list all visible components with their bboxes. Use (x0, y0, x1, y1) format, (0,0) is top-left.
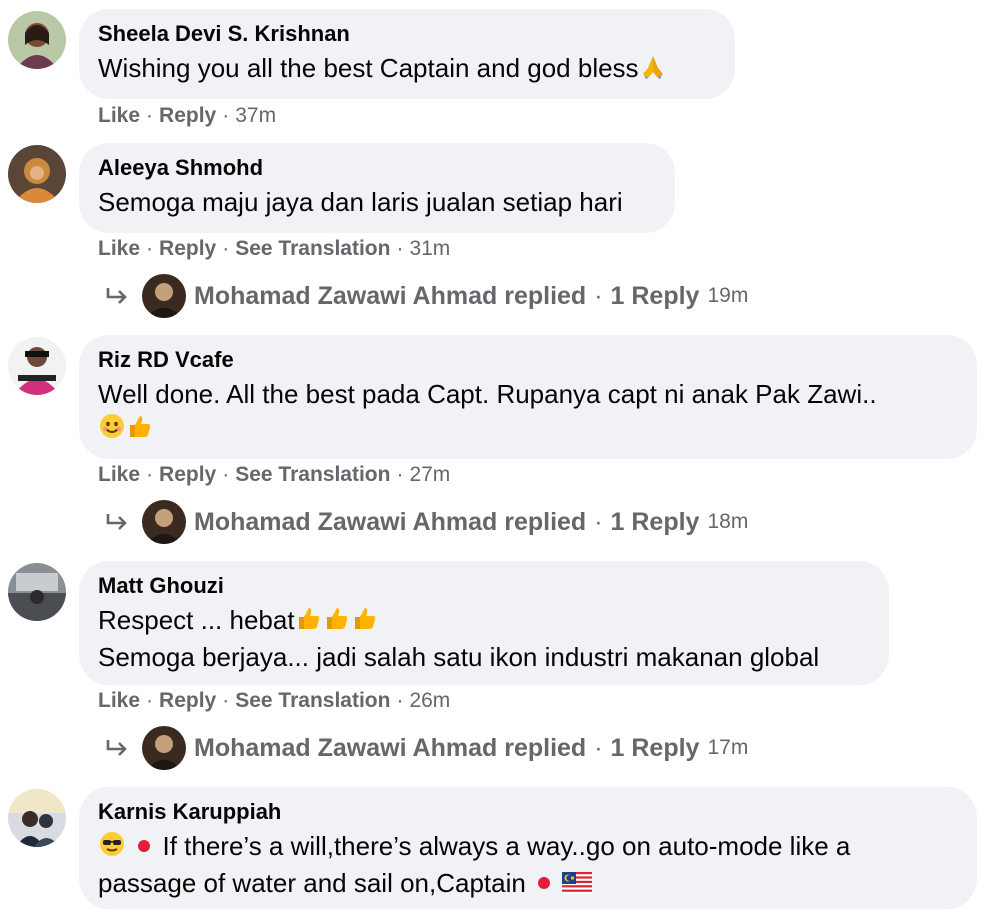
replier-avatar (142, 500, 186, 544)
reply-time: 19m (707, 284, 749, 307)
reply-arrow-icon (106, 740, 127, 756)
avatar[interactable] (8, 145, 66, 203)
separator: · (146, 104, 154, 127)
comment-bubble: Riz RD Vcafe Well done. All the best pad… (79, 335, 977, 459)
timestamp[interactable]: 37m (235, 104, 276, 127)
view-replies[interactable]: Mohamad Zawawi Ahmad replied · 1 Reply 17m (104, 725, 748, 771)
separator: · (146, 463, 154, 486)
see-translation-link[interactable]: See Translation (235, 237, 390, 260)
comment-text: Semoga berjaya... jadi salah satu ikon i… (98, 642, 820, 673)
separator: · (146, 689, 154, 712)
separator: · (396, 463, 404, 486)
comment-actions: Like · Reply · See Translation · 27m (98, 463, 450, 487)
commenter-name[interactable]: Karnis Karuppiah (98, 799, 957, 825)
comment-bubble: Sheela Devi S. Krishnan Wishing you all … (79, 9, 735, 99)
replier-avatar (142, 274, 186, 318)
separator: · (146, 237, 154, 260)
japan-flag-emoji (533, 868, 555, 902)
separator: · (396, 689, 404, 712)
reply-time: 18m (707, 510, 749, 533)
avatar[interactable] (8, 11, 66, 69)
reply-link[interactable]: Reply (159, 463, 216, 486)
separator: · (594, 281, 603, 310)
reply-arrow-icon (106, 288, 127, 304)
replies-count: 1 Reply (610, 281, 700, 310)
comment-bubble: Karnis Karuppiah If there’s a will,there… (79, 787, 977, 909)
reply-link[interactable]: Reply (159, 104, 216, 127)
separator: · (222, 463, 230, 486)
comment-bubble: Aleeya Shmohd Semoga maju jaya dan laris… (79, 143, 675, 233)
timestamp[interactable]: 26m (409, 689, 450, 712)
view-replies[interactable]: Mohamad Zawawi Ahmad replied · 1 Reply 19m (104, 273, 748, 319)
separator: · (594, 733, 603, 762)
like-link[interactable]: Like (98, 104, 140, 127)
thumbs-up-emoji (126, 412, 154, 448)
reply-link[interactable]: Reply (159, 689, 216, 712)
separator: · (222, 689, 230, 712)
comment-text: If there’s a will,there’s always a way..… (162, 831, 851, 861)
commenter-name[interactable]: Aleeya Shmohd (98, 155, 655, 181)
avatar[interactable] (8, 563, 66, 621)
avatar[interactable] (8, 789, 66, 847)
replies-author: Mohamad Zawawi Ahmad replied (194, 281, 587, 310)
comment-text: Respect ... hebat (98, 605, 295, 635)
thumbs-up-emoji (351, 604, 379, 640)
comment-text: passage of water and sail on,Captain (98, 868, 526, 899)
separator: · (396, 237, 404, 260)
replies-count: 1 Reply (610, 733, 700, 762)
like-link[interactable]: Like (98, 463, 140, 486)
replier-avatar (142, 726, 186, 770)
sunglasses-emoji (98, 830, 126, 866)
replies-count: 1 Reply (610, 507, 700, 536)
folded-hands-emoji (639, 52, 667, 88)
reply-time: 17m (707, 736, 749, 759)
comment-actions: Like · Reply · See Translation · 31m (98, 237, 450, 261)
comment-text: Semoga maju jaya dan laris jualan setiap… (98, 187, 623, 217)
thumbs-up-emoji (295, 604, 323, 640)
view-replies[interactable]: Mohamad Zawawi Ahmad replied · 1 Reply 18m (104, 499, 748, 545)
commenter-name[interactable]: Riz RD Vcafe (98, 347, 957, 373)
replies-author: Mohamad Zawawi Ahmad replied (194, 507, 587, 536)
see-translation-link[interactable]: See Translation (235, 689, 390, 712)
smiling-face-emoji (98, 412, 126, 448)
comment-text: Well done. All the best pada Capt. Rupan… (98, 379, 877, 409)
japan-flag-emoji (133, 831, 155, 865)
thumbs-up-emoji (323, 604, 351, 640)
like-link[interactable]: Like (98, 689, 140, 712)
reply-arrow-icon (106, 514, 127, 530)
timestamp[interactable]: 27m (409, 463, 450, 486)
comment-bubble: Matt Ghouzi Respect ... hebat Semoga ber… (79, 561, 889, 685)
like-link[interactable]: Like (98, 237, 140, 260)
replies-author: Mohamad Zawawi Ahmad replied (194, 733, 587, 762)
avatar[interactable] (8, 337, 66, 395)
comment-actions: Like · Reply · See Translation · 26m (98, 689, 450, 713)
separator: · (222, 237, 230, 260)
separator: · (594, 507, 603, 536)
comment-text: Wishing you all the best Captain and god… (98, 53, 639, 83)
timestamp[interactable]: 31m (409, 237, 450, 260)
separator: · (222, 104, 230, 127)
reply-link[interactable]: Reply (159, 237, 216, 260)
malaysia-flag-emoji (562, 868, 593, 902)
comment-actions: Like · Reply · 37m (98, 104, 276, 128)
commenter-name[interactable]: Sheela Devi S. Krishnan (98, 21, 715, 47)
commenter-name[interactable]: Matt Ghouzi (98, 573, 869, 599)
see-translation-link[interactable]: See Translation (235, 463, 390, 486)
